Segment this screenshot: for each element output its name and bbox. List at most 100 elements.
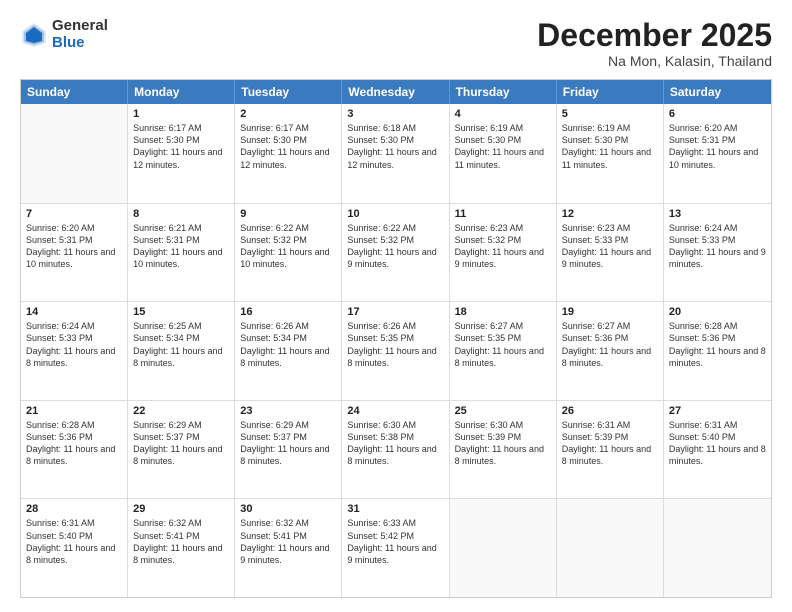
day-number: 21 (26, 405, 122, 417)
month-title: December 2025 (537, 18, 772, 53)
header-day-monday: Monday (128, 80, 235, 104)
day-number: 13 (669, 208, 766, 220)
cell-info: Sunrise: 6:30 AMSunset: 5:38 PMDaylight:… (347, 419, 443, 468)
calendar-cell-1-0: 7Sunrise: 6:20 AMSunset: 5:31 PMDaylight… (21, 204, 128, 302)
cell-info: Sunrise: 6:22 AMSunset: 5:32 PMDaylight:… (240, 222, 336, 271)
cell-info: Sunrise: 6:29 AMSunset: 5:37 PMDaylight:… (133, 419, 229, 468)
cell-info: Sunrise: 6:28 AMSunset: 5:36 PMDaylight:… (669, 320, 766, 369)
day-number: 4 (455, 108, 551, 120)
day-number: 20 (669, 306, 766, 318)
cell-info: Sunrise: 6:19 AMSunset: 5:30 PMDaylight:… (562, 122, 658, 171)
calendar-cell-3-4: 25 Sunrise: 6:30 AMSunset: 5:39 PMDayligh… (450, 401, 557, 499)
calendar-cell-2-6: 20 Sunrise: 6:28 AMSunset: 5:36 PMDayligh… (664, 302, 771, 400)
cell-info: Sunrise: 6:26 AMSunset: 5:34 PMDaylight:… (240, 320, 336, 369)
calendar-cell-1-4: 11 Sunrise: 6:23 AMSunset: 5:32 PMDayligh… (450, 204, 557, 302)
header-day-sunday: Sunday (21, 80, 128, 104)
calendar-week-1: 1 Sunrise: 6:17 AMSunset: 5:30 PMDaylight… (21, 104, 771, 203)
calendar-cell-4-6 (664, 499, 771, 597)
day-number: 25 (455, 405, 551, 417)
calendar-cell-1-1: 8Sunrise: 6:21 AMSunset: 5:31 PMDaylight… (128, 204, 235, 302)
header-day-wednesday: Wednesday (342, 80, 449, 104)
cell-info: Sunrise: 6:28 AMSunset: 5:36 PMDaylight:… (26, 419, 122, 468)
calendar-week-4: 21 Sunrise: 6:28 AMSunset: 5:36 PMDayligh… (21, 400, 771, 499)
calendar-cell-0-0 (21, 104, 128, 203)
day-number: 5 (562, 108, 658, 120)
calendar-cell-2-2: 16 Sunrise: 6:26 AMSunset: 5:34 PMDayligh… (235, 302, 342, 400)
cell-info: Sunrise: 6:30 AMSunset: 5:39 PMDaylight:… (455, 419, 551, 468)
cell-info: Sunrise: 6:18 AMSunset: 5:30 PMDaylight:… (347, 122, 443, 171)
cell-info: Sunrise: 6:31 AMSunset: 5:39 PMDaylight:… (562, 419, 658, 468)
calendar-cell-1-2: 9 Sunrise: 6:22 AMSunset: 5:32 PMDaylight… (235, 204, 342, 302)
calendar-cell-3-5: 26 Sunrise: 6:31 AMSunset: 5:39 PMDayligh… (557, 401, 664, 499)
cell-info: Sunrise: 6:24 AMSunset: 5:33 PMDaylight:… (26, 320, 122, 369)
title-area: December 2025 Na Mon, Kalasin, Thailand (537, 18, 772, 69)
cell-info: Sunrise: 6:20 AMSunset: 5:31 PMDaylight:… (669, 122, 766, 171)
cell-info: Sunrise: 6:27 AMSunset: 5:35 PMDaylight:… (455, 320, 551, 369)
cell-info: Sunrise: 6:26 AMSunset: 5:35 PMDaylight:… (347, 320, 443, 369)
cell-info: Sunrise: 6:24 AMSunset: 5:33 PMDaylight:… (669, 222, 766, 271)
calendar-body: 1 Sunrise: 6:17 AMSunset: 5:30 PMDaylight… (21, 104, 771, 597)
cell-info: Sunrise: 6:17 AMSunset: 5:30 PMDaylight:… (240, 122, 336, 171)
day-number: 17 (347, 306, 443, 318)
cell-info: Sunrise: 6:19 AMSunset: 5:30 PMDaylight:… (455, 122, 551, 171)
calendar-cell-2-0: 14 Sunrise: 6:24 AMSunset: 5:33 PMDayligh… (21, 302, 128, 400)
calendar-week-3: 14 Sunrise: 6:24 AMSunset: 5:33 PMDayligh… (21, 301, 771, 400)
header-day-friday: Friday (557, 80, 664, 104)
calendar-cell-3-6: 27 Sunrise: 6:31 AMSunset: 5:40 PMDayligh… (664, 401, 771, 499)
cell-info: Sunrise: 6:33 AMSunset: 5:42 PMDaylight:… (347, 517, 443, 566)
cell-info: Sunrise: 6:17 AMSunset: 5:30 PMDaylight:… (133, 122, 229, 171)
day-number: 31 (347, 503, 443, 515)
cell-info: Sunrise: 6:21 AMSunset: 5:31 PMDaylight:… (133, 222, 229, 271)
calendar-week-5: 28 Sunrise: 6:31 AMSunset: 5:40 PMDayligh… (21, 498, 771, 597)
calendar-cell-3-0: 21 Sunrise: 6:28 AMSunset: 5:36 PMDayligh… (21, 401, 128, 499)
day-number: 12 (562, 208, 658, 220)
header-day-saturday: Saturday (664, 80, 771, 104)
day-number: 3 (347, 108, 443, 120)
cell-info: Sunrise: 6:23 AMSunset: 5:32 PMDaylight:… (455, 222, 551, 271)
calendar-cell-0-2: 2Sunrise: 6:17 AMSunset: 5:30 PMDaylight… (235, 104, 342, 203)
day-number: 15 (133, 306, 229, 318)
calendar-cell-4-0: 28 Sunrise: 6:31 AMSunset: 5:40 PMDayligh… (21, 499, 128, 597)
calendar-cell-4-5 (557, 499, 664, 597)
day-number: 14 (26, 306, 122, 318)
calendar-cell-4-2: 30 Sunrise: 6:32 AMSunset: 5:41 PMDayligh… (235, 499, 342, 597)
calendar-header: SundayMondayTuesdayWednesdayThursdayFrid… (21, 80, 771, 104)
day-number: 9 (240, 208, 336, 220)
day-number: 22 (133, 405, 229, 417)
location: Na Mon, Kalasin, Thailand (537, 53, 772, 69)
cell-info: Sunrise: 6:31 AMSunset: 5:40 PMDaylight:… (26, 517, 122, 566)
day-number: 11 (455, 208, 551, 220)
cell-info: Sunrise: 6:32 AMSunset: 5:41 PMDaylight:… (133, 517, 229, 566)
day-number: 18 (455, 306, 551, 318)
calendar-cell-1-3: 10 Sunrise: 6:22 AMSunset: 5:32 PMDayligh… (342, 204, 449, 302)
calendar-cell-1-6: 13 Sunrise: 6:24 AMSunset: 5:33 PMDayligh… (664, 204, 771, 302)
cell-info: Sunrise: 6:22 AMSunset: 5:32 PMDaylight:… (347, 222, 443, 271)
cell-info: Sunrise: 6:32 AMSunset: 5:41 PMDaylight:… (240, 517, 336, 566)
calendar-cell-4-4 (450, 499, 557, 597)
calendar-cell-0-1: 1 Sunrise: 6:17 AMSunset: 5:30 PMDaylight… (128, 104, 235, 203)
cell-info: Sunrise: 6:27 AMSunset: 5:36 PMDaylight:… (562, 320, 658, 369)
day-number: 23 (240, 405, 336, 417)
calendar-cell-1-5: 12Sunrise: 6:23 AMSunset: 5:33 PMDayligh… (557, 204, 664, 302)
day-number: 16 (240, 306, 336, 318)
calendar-cell-0-5: 5 Sunrise: 6:19 AMSunset: 5:30 PMDaylight… (557, 104, 664, 203)
logo-text: General Blue (52, 18, 108, 51)
cell-info: Sunrise: 6:31 AMSunset: 5:40 PMDaylight:… (669, 419, 766, 468)
header-day-tuesday: Tuesday (235, 80, 342, 104)
day-number: 28 (26, 503, 122, 515)
cell-info: Sunrise: 6:20 AMSunset: 5:31 PMDaylight:… (26, 222, 122, 271)
day-number: 19 (562, 306, 658, 318)
day-number: 1 (133, 108, 229, 120)
calendar-cell-3-3: 24Sunrise: 6:30 AMSunset: 5:38 PMDayligh… (342, 401, 449, 499)
calendar-cell-3-1: 22 Sunrise: 6:29 AMSunset: 5:37 PMDayligh… (128, 401, 235, 499)
calendar-cell-4-1: 29 Sunrise: 6:32 AMSunset: 5:41 PMDayligh… (128, 499, 235, 597)
day-number: 27 (669, 405, 766, 417)
day-number: 29 (133, 503, 229, 515)
day-number: 10 (347, 208, 443, 220)
calendar-cell-3-2: 23Sunrise: 6:29 AMSunset: 5:37 PMDayligh… (235, 401, 342, 499)
day-number: 26 (562, 405, 658, 417)
calendar-cell-0-3: 3 Sunrise: 6:18 AMSunset: 5:30 PMDaylight… (342, 104, 449, 203)
day-number: 6 (669, 108, 766, 120)
day-number: 30 (240, 503, 336, 515)
logo-blue: Blue (52, 35, 108, 52)
